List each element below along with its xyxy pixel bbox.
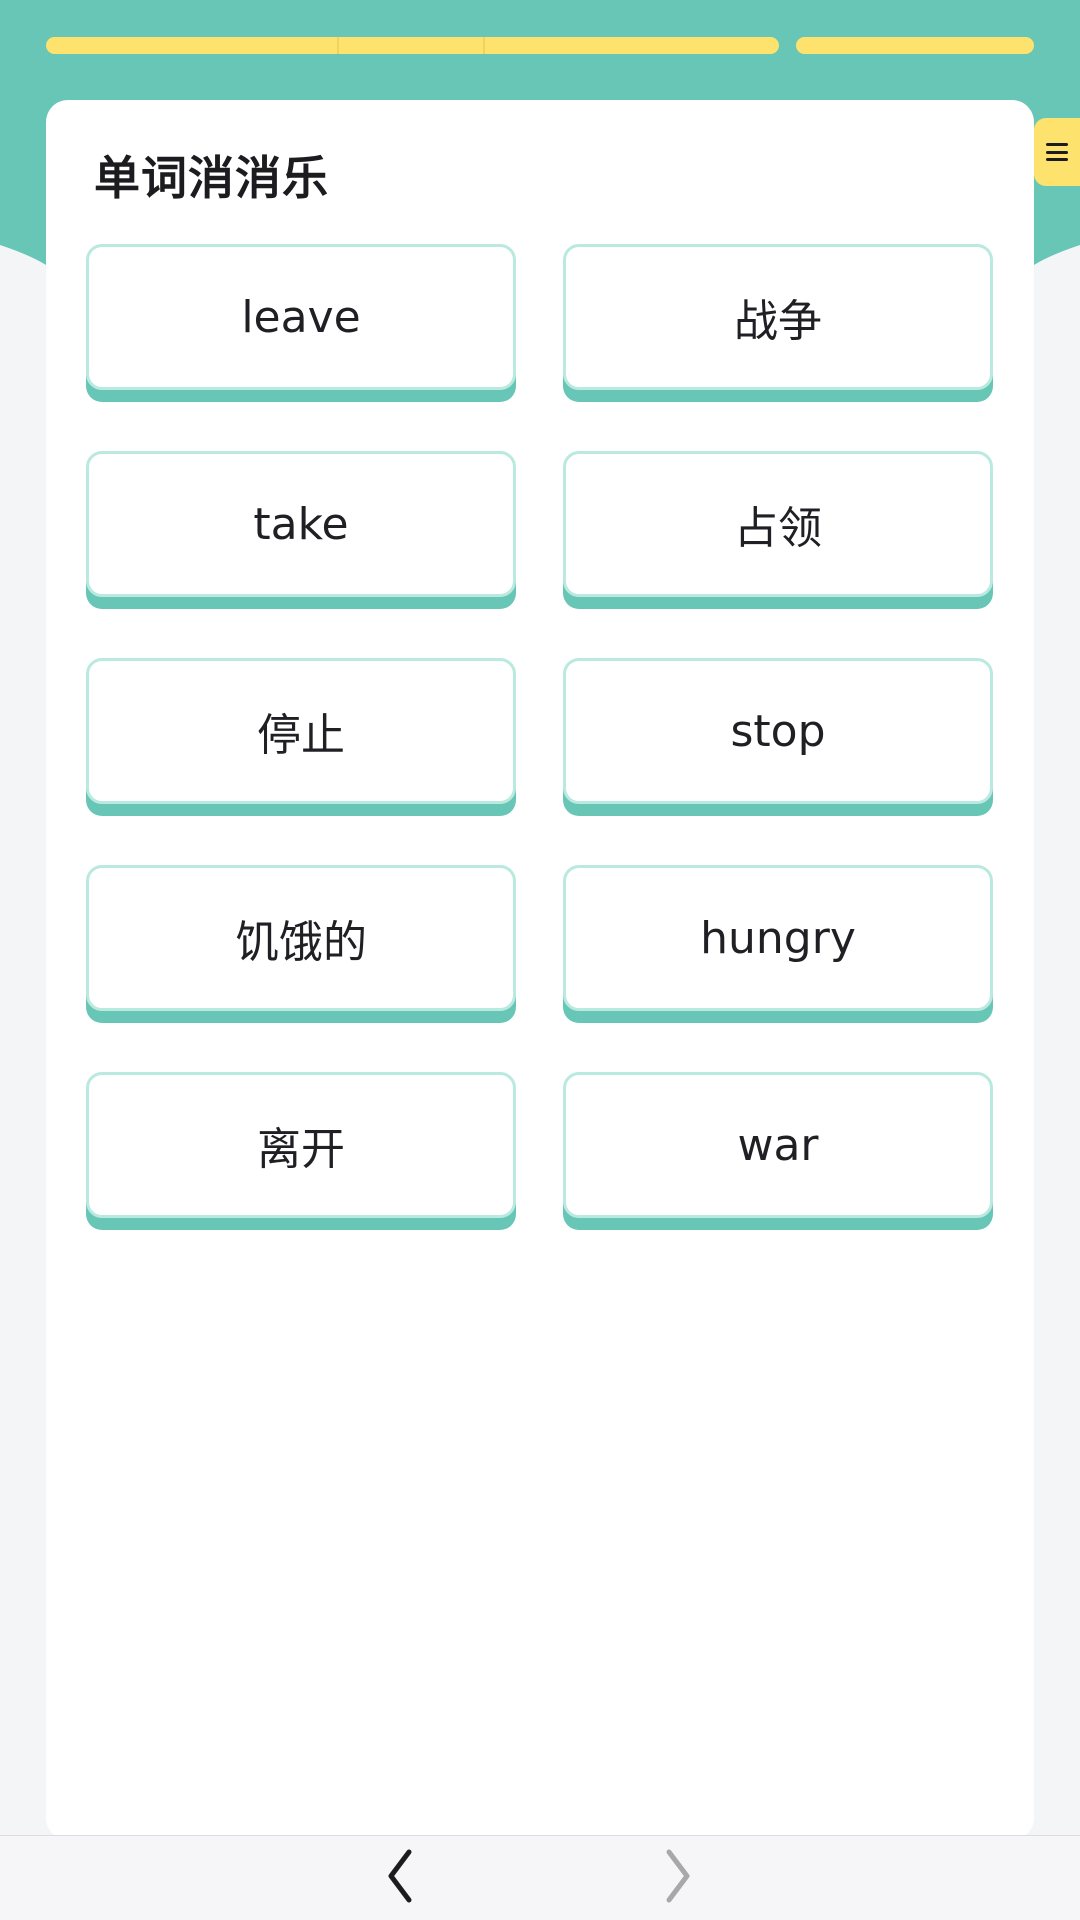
progress-segment-filled — [46, 37, 779, 54]
chevron-right-icon — [666, 1849, 690, 1903]
forward-button[interactable] — [648, 1846, 708, 1920]
back-button[interactable] — [370, 1846, 430, 1920]
word-tile[interactable]: take — [86, 451, 516, 597]
word-tile[interactable]: 饥饿的 — [86, 865, 516, 1011]
word-tile[interactable]: 占领 — [563, 451, 993, 597]
word-tile[interactable]: 战争 — [563, 244, 993, 390]
bottom-navigation-bar — [0, 1835, 1080, 1920]
chevron-left-icon — [388, 1849, 412, 1903]
page-title: 单词消消乐 — [94, 151, 329, 205]
progress-segment-remaining — [796, 37, 1034, 54]
word-tile[interactable]: stop — [563, 658, 993, 804]
word-tile[interactable]: hungry — [563, 865, 993, 1011]
word-tile[interactable]: war — [563, 1072, 993, 1218]
hamburger-icon — [1046, 143, 1068, 161]
progress-divider — [337, 37, 339, 54]
word-tile[interactable]: 离开 — [86, 1072, 516, 1218]
menu-button[interactable] — [1034, 118, 1080, 186]
progress-divider — [483, 37, 485, 54]
word-tile[interactable]: leave — [86, 244, 516, 390]
word-tile[interactable]: 停止 — [86, 658, 516, 804]
progress-bar — [46, 37, 1034, 54]
